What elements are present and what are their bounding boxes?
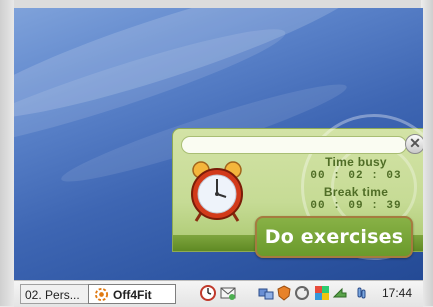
- taskbar: 02. Pers... Off4Fit 17:44: [14, 280, 423, 307]
- monitor-bezel-left: [0, 0, 14, 306]
- alarm-clock-icon: [191, 161, 243, 222]
- taskbar-item-off4fit[interactable]: Off4Fit: [88, 284, 176, 304]
- network-icon[interactable]: [258, 285, 274, 301]
- off4fit-app-icon: [94, 287, 109, 302]
- refresh-icon[interactable]: [294, 285, 310, 301]
- clock-icon[interactable]: [200, 285, 216, 301]
- colorful-app-icon[interactable]: [314, 285, 330, 301]
- time-busy-label: Time busy: [325, 155, 387, 169]
- break-time-label: Break time: [323, 185, 389, 199]
- do-exercises-button[interactable]: Do exercises: [255, 216, 413, 258]
- system-clock[interactable]: 17:44: [382, 286, 412, 300]
- mail-icon[interactable]: [220, 285, 236, 301]
- close-icon: ✕: [409, 135, 421, 151]
- hand-icon[interactable]: [354, 285, 370, 301]
- time-busy-value: 00 : 02 : 03: [310, 170, 402, 182]
- desktop: ✕ Time busy 00 : 02 : 03 Break time 00 :…: [14, 8, 423, 280]
- break-time-value: 00 : 09 : 39: [310, 200, 402, 212]
- arrow-icon[interactable]: [332, 285, 348, 301]
- widget-text-field[interactable]: [181, 136, 407, 154]
- close-button[interactable]: ✕: [405, 134, 423, 154]
- taskbar-item-label: Off4Fit: [113, 288, 152, 302]
- shield-icon[interactable]: [276, 285, 292, 301]
